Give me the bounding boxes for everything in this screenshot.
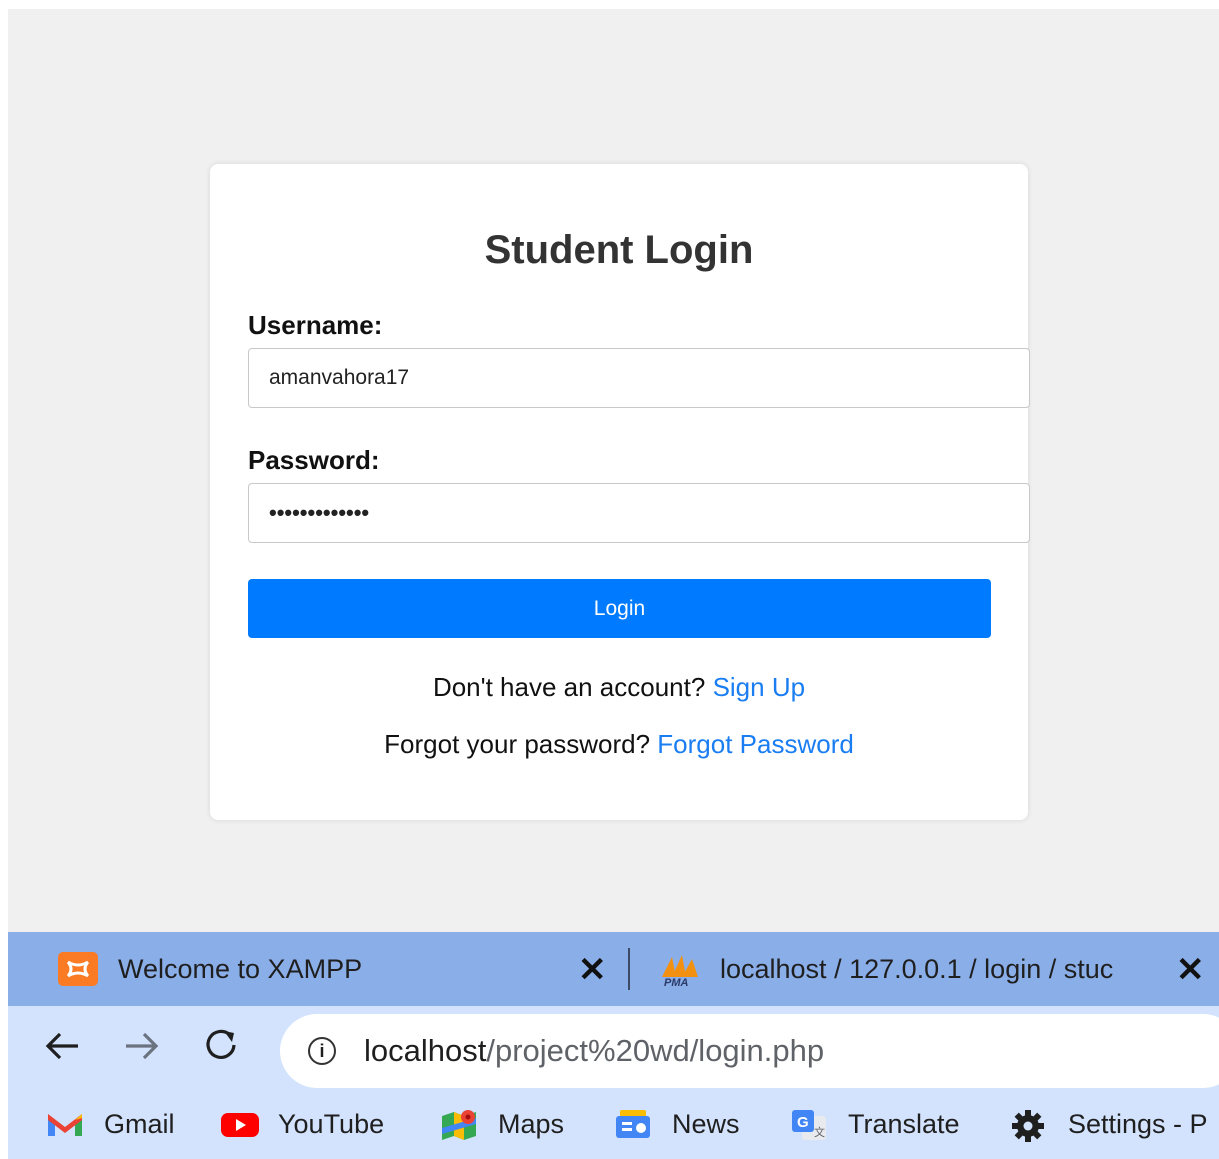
- bookmark-label: Translate: [848, 1108, 960, 1139]
- tab-title: localhost / 127.0.0.1 / login / stuc: [720, 953, 1114, 984]
- phpmyadmin-icon: PMA: [658, 951, 702, 989]
- bookmark-label: Gmail: [104, 1108, 175, 1139]
- svg-text:文: 文: [814, 1125, 825, 1139]
- bookmark-label: News: [672, 1108, 740, 1139]
- bookmark-gmail[interactable]: Gmail: [46, 1108, 175, 1140]
- page-background: Student Login Username: amanvahora17 Pas…: [8, 9, 1219, 932]
- url-path: /project%20wd/login.php: [486, 1033, 825, 1068]
- maps-icon: [440, 1108, 478, 1140]
- bookmark-label: Settings - P: [1068, 1108, 1208, 1139]
- back-icon[interactable]: [44, 1028, 80, 1071]
- bookmark-news[interactable]: News: [614, 1108, 740, 1140]
- close-icon[interactable]: ✕: [578, 950, 607, 990]
- login-card: Student Login Username: amanvahora17 Pas…: [210, 164, 1030, 820]
- password-label: Password:: [248, 445, 380, 475]
- news-icon: [614, 1108, 652, 1140]
- signup-line: Don't have an account? Sign Up: [210, 672, 1028, 703]
- forgot-prompt: Forgot your password?: [384, 729, 651, 759]
- bookmark-youtube[interactable]: YouTube: [220, 1108, 384, 1140]
- youtube-icon: [220, 1108, 259, 1140]
- tab-phpmyadmin[interactable]: PMA localhost / 127.0.0.1 / login / stuc: [658, 932, 1158, 1006]
- signup-link[interactable]: Sign Up: [713, 672, 806, 702]
- url-host: localhost: [364, 1033, 487, 1068]
- forward-icon[interactable]: [124, 1028, 160, 1071]
- password-value: •••••••••••••: [269, 500, 370, 525]
- username-label: Username:: [248, 310, 383, 340]
- tab-bar: Welcome to XAMPP ✕ PMA localhost / 127.0…: [8, 932, 1219, 1006]
- tab-title: Welcome to XAMPP: [118, 953, 363, 984]
- bookmark-label: YouTube: [278, 1108, 385, 1139]
- bookmark-translate[interactable]: G 文 Translate: [790, 1108, 960, 1140]
- forgot-line: Forgot your password? Forgot Password: [210, 729, 1028, 760]
- reload-icon[interactable]: [204, 1028, 240, 1072]
- username-value: amanvahora17: [269, 366, 410, 389]
- svg-text:G: G: [797, 1114, 809, 1131]
- password-field[interactable]: •••••••••••••: [248, 483, 1030, 543]
- gmail-icon: [46, 1108, 84, 1140]
- tab-xampp[interactable]: Welcome to XAMPP: [58, 932, 618, 1006]
- gear-icon: [1010, 1108, 1048, 1142]
- tab-separator: [628, 948, 630, 990]
- username-field[interactable]: amanvahora17: [248, 348, 1030, 408]
- login-button[interactable]: Login: [248, 579, 991, 638]
- bookmark-label: Maps: [498, 1108, 565, 1139]
- browser-toolbar: i localhost/project%20wd/login.php: [8, 1006, 1219, 1094]
- bookmark-settings[interactable]: Settings - P: [1010, 1108, 1208, 1142]
- bookmarks-bar: Gmail YouTube Maps News G 文 Translate Se…: [8, 1094, 1219, 1159]
- address-bar[interactable]: i localhost/project%20wd/login.php: [280, 1014, 1219, 1088]
- page-title: Student Login: [484, 228, 754, 272]
- close-icon[interactable]: ✕: [1176, 950, 1205, 990]
- xampp-icon: [58, 952, 98, 986]
- svg-text:PMA: PMA: [664, 977, 689, 987]
- info-icon[interactable]: i: [308, 1037, 336, 1065]
- forgot-password-link[interactable]: Forgot Password: [657, 729, 854, 759]
- signup-prompt: Don't have an account?: [432, 672, 706, 702]
- bookmark-maps[interactable]: Maps: [440, 1108, 564, 1140]
- translate-icon: G 文: [790, 1108, 828, 1140]
